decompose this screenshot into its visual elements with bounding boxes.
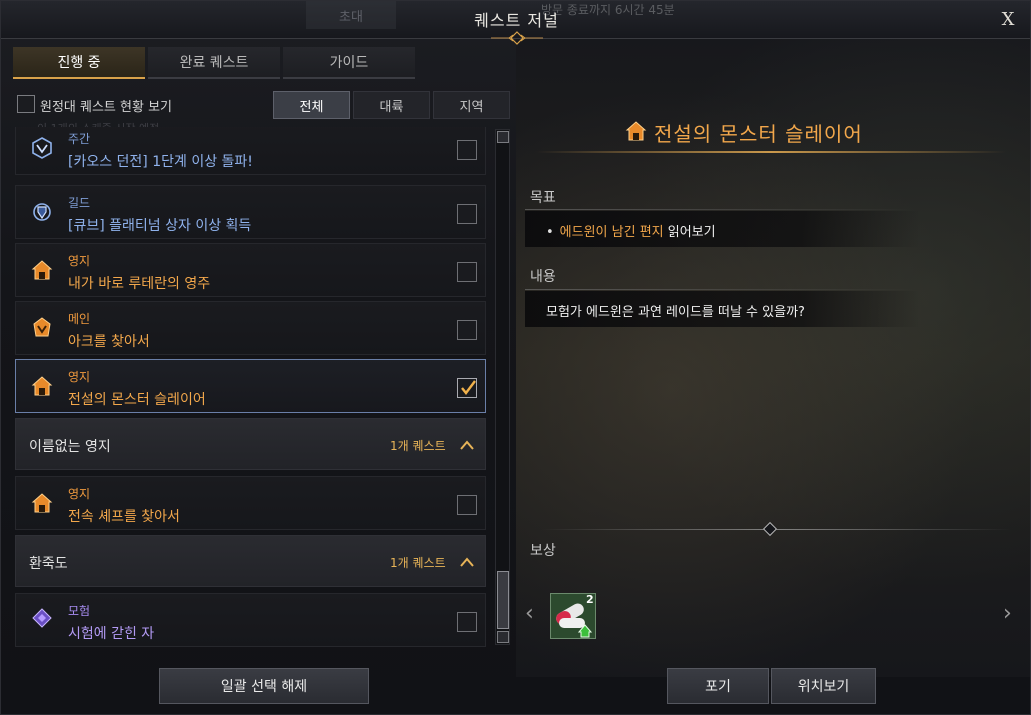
list-item[interactable]: 모험 시험에 갇힌 자 [15, 593, 486, 647]
quest-list: 주간 [카오스 던전] 1단계 이상 돌파! 길드 [큐브] 플래티넘 상자 이… [15, 127, 487, 649]
list-item-selected[interactable]: 영지 전설의 몬스터 슬레이어 [15, 359, 486, 413]
quest-type: 영지 [68, 254, 91, 268]
expedition-status-label: 원정대 퀘스트 현황 보기 [40, 100, 172, 115]
quest-track-checkbox[interactable] [457, 612, 477, 632]
close-button[interactable]: X [996, 7, 1020, 31]
quest-name: [카오스 던전] 1단계 이상 돌파! [68, 154, 253, 170]
title-bar: 초대 방문 종료까지 6시간 45분 퀘스트 저널 X [1, 1, 1030, 45]
main-quest-icon [33, 317, 51, 337]
title-divider [536, 151, 1006, 153]
quest-name: 내가 바로 루테란의 영주 [68, 276, 211, 292]
group-name: 환죽도 [29, 556, 68, 572]
stronghold-icon [31, 376, 53, 396]
scroll-up-button[interactable] [497, 131, 509, 143]
quest-tabs: 진행 중 완료 퀘스트 가이드 [13, 47, 415, 79]
stronghold-icon [31, 493, 53, 513]
list-item[interactable]: 영지 내가 바로 루테란의 영주 [15, 243, 486, 297]
window-title: 퀘스트 저널 [474, 11, 559, 30]
quest-track-checkbox[interactable] [457, 378, 477, 398]
region-filter: 전체 대륙 지역 [273, 91, 510, 119]
group-header[interactable]: 환죽도 1개 퀘스트 [15, 535, 486, 587]
tab-guide[interactable]: 가이드 [283, 47, 415, 79]
reward-prev-arrow[interactable]: ‹ [525, 601, 534, 626]
quest-journal-window: 초대 방문 종료까지 6시간 45분 퀘스트 저널 X 진행 중 완료 퀘스트 … [0, 0, 1031, 715]
quest-detail-title: 전설의 몬스터 슬레이어 [654, 122, 863, 146]
tab-completed[interactable]: 완료 퀘스트 [148, 47, 280, 79]
content-label: 내용 [530, 269, 556, 285]
quest-type: 모험 [68, 604, 91, 618]
objective-divider [525, 209, 915, 210]
quest-track-checkbox[interactable] [457, 204, 477, 224]
objective-label: 목표 [530, 190, 556, 206]
filter-all-button[interactable]: 전체 [273, 91, 350, 119]
quest-track-checkbox[interactable] [457, 495, 477, 515]
quest-type: 길드 [68, 196, 91, 210]
quest-list-scrollbar[interactable] [495, 129, 510, 645]
quest-track-checkbox[interactable] [457, 262, 477, 282]
scroll-thumb[interactable] [497, 571, 509, 629]
group-header[interactable]: 이름없는 영지 1개 퀘스트 [15, 418, 486, 470]
group-count: 1개 퀘스트 [390, 439, 446, 453]
objective-highlight: 에드윈이 남긴 편지 [559, 225, 664, 240]
stronghold-icon [31, 260, 53, 280]
quest-type: 주간 [68, 132, 91, 146]
abandon-button[interactable]: 포기 [667, 668, 769, 704]
chevron-up-icon[interactable] [457, 435, 477, 455]
reward-count: 2 [586, 593, 594, 606]
quest-name: 전속 셰프를 찾아서 [68, 509, 180, 525]
objective-rest: 읽어보기 [663, 225, 716, 240]
group-name: 이름없는 영지 [29, 439, 111, 455]
filter-row: 원정대 퀘스트 현황 보기 전체 대륙 지역 [15, 91, 511, 119]
adventure-icon [32, 608, 52, 628]
list-item[interactable]: 길드 [큐브] 플래티넘 상자 이상 획득 [15, 185, 486, 239]
title-ornament-icon [491, 31, 543, 45]
quest-name: 시험에 갇힌 자 [68, 626, 155, 642]
quest-name: 아크를 찾아서 [68, 334, 150, 350]
content-text: 모험가 에드윈은 과연 레이드를 떠날 수 있을까? [546, 305, 805, 320]
reward-next-arrow[interactable]: › [1003, 601, 1012, 626]
list-item[interactable]: 메인 아크를 찾아서 [15, 301, 486, 355]
deselect-all-button[interactable]: 일괄 선택 해제 [159, 668, 369, 704]
bullet: • [546, 225, 554, 240]
quest-name: 전설의 몬스터 슬레이어 [68, 392, 206, 408]
filter-continent-button[interactable]: 대륙 [353, 91, 430, 119]
list-item[interactable]: 영지 전속 셰프를 찾아서 [15, 476, 486, 530]
reward-label: 보상 [530, 543, 556, 559]
objective-text: • 에드윈이 남긴 편지 읽어보기 [546, 221, 716, 240]
content-divider [525, 289, 915, 290]
quest-type: 영지 [68, 370, 91, 384]
quest-name: [큐브] 플래티넘 상자 이상 획득 [68, 218, 252, 234]
quest-type: 메인 [68, 312, 91, 326]
list-item[interactable]: 주간 [카오스 던전] 1단계 이상 돌파! [15, 127, 486, 175]
chevron-up-icon[interactable] [457, 552, 477, 572]
guild-icon [33, 203, 51, 221]
quest-track-checkbox[interactable] [457, 320, 477, 340]
quest-type: 영지 [68, 487, 91, 501]
group-count: 1개 퀘스트 [390, 556, 446, 570]
weekly-icon [32, 137, 52, 159]
expedition-status-checkbox[interactable] [17, 95, 35, 113]
filter-area-button[interactable]: 지역 [433, 91, 510, 119]
locate-button[interactable]: 위치보기 [771, 668, 876, 704]
tab-in-progress[interactable]: 진행 중 [13, 47, 145, 79]
stronghold-icon [625, 121, 647, 141]
scroll-down-button[interactable] [497, 631, 509, 643]
quest-track-checkbox[interactable] [457, 140, 477, 160]
quest-detail-header: 전설의 몬스터 슬레이어 [536, 101, 1006, 161]
checkmark-icon [461, 380, 476, 395]
